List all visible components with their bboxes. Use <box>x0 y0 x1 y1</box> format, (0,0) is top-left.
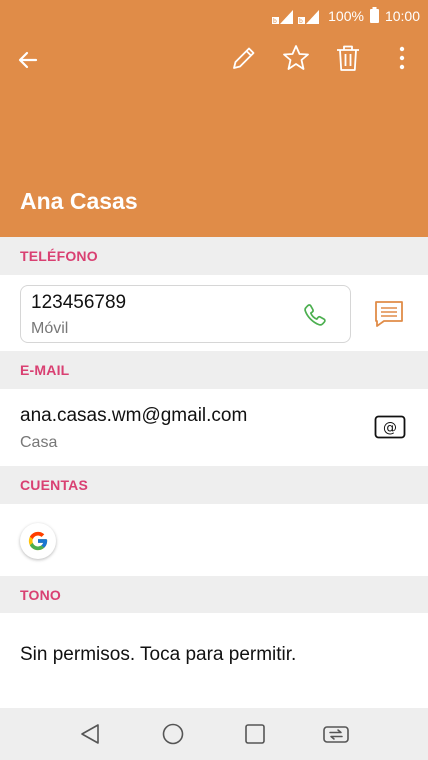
message-button[interactable] <box>368 294 410 334</box>
star-outline-icon <box>283 45 309 70</box>
clock: 10:00 <box>384 8 420 24</box>
ringtone-permission-text: Sin permisos. Toca para permitir. <box>20 644 297 665</box>
email-row[interactable]: ana.casas.wm@gmail.com Casa @ <box>0 389 428 466</box>
arrow-left-icon <box>18 51 38 69</box>
google-icon[interactable] <box>20 523 56 559</box>
contact-header: Ana Casas <box>0 32 428 237</box>
square-recents-icon <box>245 724 265 744</box>
email-type-label: Casa <box>20 434 58 451</box>
back-button[interactable] <box>8 40 48 80</box>
battery-icon <box>369 6 379 26</box>
nav-recent-apps-button[interactable] <box>235 714 275 754</box>
svg-text:b: b <box>299 18 303 24</box>
contact-detail-screen: b b 100% 10:00 Ana Casas TELÉFONO 123456… <box>0 0 428 760</box>
accounts-section-header: CUENTAS <box>0 466 428 504</box>
trash-icon <box>337 45 359 71</box>
circle-home-icon <box>162 723 184 745</box>
signal-2-icon: b <box>298 8 320 24</box>
tone-section-header: TONO <box>0 576 428 614</box>
pencil-icon <box>233 47 255 69</box>
triangle-back-icon <box>81 724 99 744</box>
battery-percent: 100% <box>328 8 364 24</box>
signal-1-icon: b <box>272 8 294 24</box>
switch-icon <box>323 726 349 743</box>
navigation-bar <box>0 708 428 760</box>
email-address: ana.casas.wm@gmail.com <box>20 405 248 426</box>
ringtone-row[interactable]: Sin permisos. Toca para permitir. <box>0 613 428 708</box>
nav-back-button[interactable] <box>70 714 110 754</box>
message-icon <box>375 301 403 327</box>
phone-number-row[interactable]: 123456789 Móvil <box>20 285 351 343</box>
svg-text:@: @ <box>383 420 397 436</box>
accounts-row <box>0 504 428 576</box>
email-at-icon: @ <box>374 415 406 439</box>
nav-home-button[interactable] <box>153 714 193 754</box>
more-vert-icon <box>399 46 405 70</box>
email-section-header: E-MAIL <box>0 351 428 389</box>
phone-section-header: TELÉFONO <box>0 237 428 275</box>
edit-button[interactable] <box>224 38 264 78</box>
contact-name: Ana Casas <box>20 188 138 214</box>
favorite-button[interactable] <box>276 38 316 78</box>
phone-type-label: Móvil <box>31 320 69 337</box>
svg-text:b: b <box>273 18 277 24</box>
call-button[interactable] <box>295 296 335 334</box>
more-options-button[interactable] <box>384 38 420 78</box>
phone-number: 123456789 <box>31 292 127 313</box>
delete-button[interactable] <box>328 38 368 78</box>
status-bar: b b 100% 10:00 <box>0 0 428 32</box>
nav-switch-sim-button[interactable] <box>316 714 356 754</box>
phone-icon <box>304 304 326 326</box>
send-email-button[interactable]: @ <box>370 411 410 443</box>
